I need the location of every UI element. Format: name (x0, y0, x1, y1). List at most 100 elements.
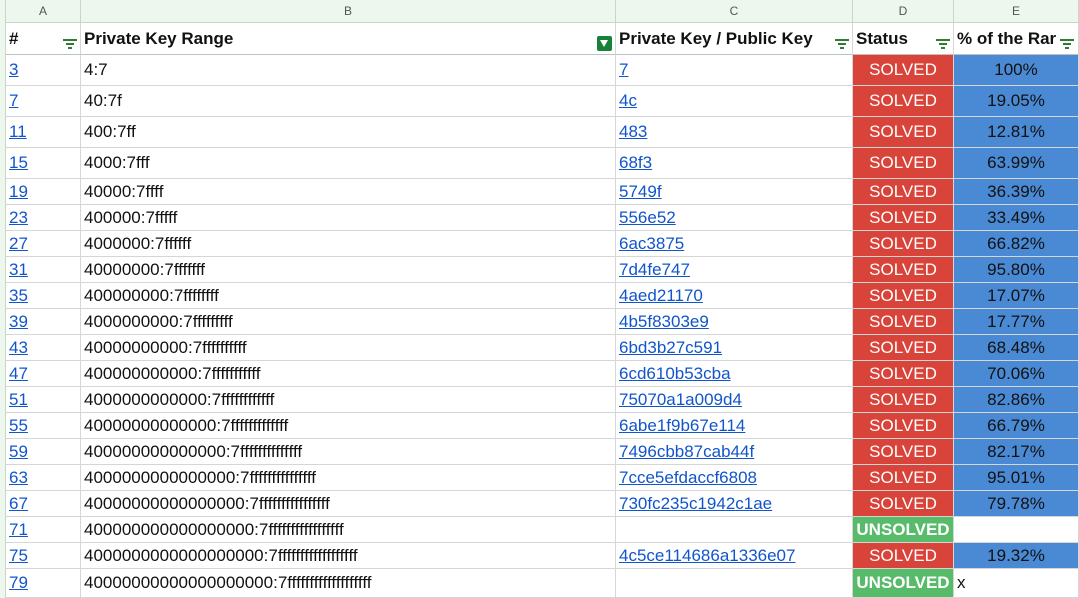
cell-num[interactable]: 3 (6, 55, 81, 86)
cell-range[interactable]: 4000:7fff (81, 148, 616, 179)
cell-num[interactable]: 11 (6, 117, 81, 148)
cell-num[interactable]: 59 (6, 439, 81, 465)
cell-range[interactable]: 4000000000000000000:7ffffffffffffffffff (81, 543, 616, 569)
cell-range[interactable]: 40000000000000000:7ffffffffffffffff (81, 491, 616, 517)
cell-range[interactable]: 400000000000000000:7fffffffffffffffff (81, 517, 616, 543)
cell-key[interactable]: 7cce5efdaccf6808 (616, 465, 853, 491)
cell-range[interactable]: 4:7 (81, 55, 616, 86)
cell-range[interactable]: 400000:7fffff (81, 205, 616, 231)
cell-pct[interactable]: 95.80% (954, 257, 1079, 283)
cell-range[interactable]: 400000000000:7fffffffffff (81, 361, 616, 387)
cell-status[interactable]: SOLVED (853, 413, 954, 439)
cell-pct[interactable]: 82.86% (954, 387, 1079, 413)
cell-status[interactable]: SOLVED (853, 205, 954, 231)
cell-num[interactable]: 47 (6, 361, 81, 387)
cell-status[interactable]: SOLVED (853, 543, 954, 569)
cell-num[interactable]: 7 (6, 86, 81, 117)
cell-range[interactable]: 400:7ff (81, 117, 616, 148)
cell-range[interactable]: 4000000:7ffffff (81, 231, 616, 257)
cell-status[interactable]: SOLVED (853, 361, 954, 387)
cell-range[interactable]: 40000000:7fffffff (81, 257, 616, 283)
cell-key[interactable]: 6abe1f9b67e114 (616, 413, 853, 439)
cell-key[interactable]: 4c5ce114686a1336e07 (616, 543, 853, 569)
cell-pct[interactable]: x (954, 569, 1079, 598)
cell-range[interactable]: 4000000000:7fffffffff (81, 309, 616, 335)
filter-active-icon[interactable] (597, 36, 612, 51)
cell-num[interactable]: 63 (6, 465, 81, 491)
cell-num[interactable]: 19 (6, 179, 81, 205)
column-header-d[interactable]: D (853, 0, 954, 23)
filter-icon[interactable] (936, 39, 950, 49)
cell-key[interactable]: 4c (616, 86, 853, 117)
cell-key[interactable]: 7496cbb87cab44f (616, 439, 853, 465)
cell-num[interactable]: 27 (6, 231, 81, 257)
cell-pct[interactable]: 17.77% (954, 309, 1079, 335)
cell-num[interactable]: 15 (6, 148, 81, 179)
cell-num[interactable]: 35 (6, 283, 81, 309)
cell-range[interactable]: 40000:7ffff (81, 179, 616, 205)
cell-pct[interactable]: 100% (954, 55, 1079, 86)
cell-status[interactable]: SOLVED (853, 55, 954, 86)
cell-key[interactable] (616, 569, 853, 598)
cell-pct[interactable]: 63.99% (954, 148, 1079, 179)
cell-key[interactable]: 7d4fe747 (616, 257, 853, 283)
filter-icon[interactable] (1060, 39, 1074, 49)
column-header-c[interactable]: C (616, 0, 853, 23)
cell-pct[interactable]: 95.01% (954, 465, 1079, 491)
cell-key[interactable]: 75070a1a009d4 (616, 387, 853, 413)
cell-pct[interactable]: 19.05% (954, 86, 1079, 117)
cell-range[interactable]: 40000000000:7ffffffffff (81, 335, 616, 361)
filter-icon[interactable] (835, 39, 849, 49)
cell-key[interactable]: 483 (616, 117, 853, 148)
cell-range[interactable]: 40000000000000000000:7ffffffffffffffffff… (81, 569, 616, 598)
cell-range[interactable]: 400000000:7ffffffff (81, 283, 616, 309)
cell-num[interactable]: 39 (6, 309, 81, 335)
cell-range[interactable]: 400000000000000:7ffffffffffffff (81, 439, 616, 465)
cell-pct[interactable] (954, 517, 1079, 543)
cell-pct[interactable]: 12.81% (954, 117, 1079, 148)
cell-pct[interactable]: 66.79% (954, 413, 1079, 439)
cell-range[interactable]: 40000000000000:7fffffffffffff (81, 413, 616, 439)
cell-num[interactable]: 79 (6, 569, 81, 598)
cell-key[interactable]: 5749f (616, 179, 853, 205)
cell-status[interactable]: SOLVED (853, 86, 954, 117)
cell-key[interactable] (616, 517, 853, 543)
column-header-a[interactable]: A (6, 0, 81, 23)
cell-status[interactable]: UNSOLVED (853, 569, 954, 598)
cell-status[interactable]: SOLVED (853, 335, 954, 361)
cell-status[interactable]: SOLVED (853, 148, 954, 179)
cell-key[interactable]: 6bd3b27c591 (616, 335, 853, 361)
cell-range[interactable]: 4000000000000:7ffffffffffff (81, 387, 616, 413)
filter-icon[interactable] (63, 39, 77, 49)
cell-key[interactable]: 6cd610b53cba (616, 361, 853, 387)
header-private-key-range[interactable]: Private Key Range (81, 23, 616, 55)
column-header-e[interactable]: E (954, 0, 1079, 23)
header-private-public-key[interactable]: Private Key / Public Key (616, 23, 853, 55)
cell-pct[interactable]: 79.78% (954, 491, 1079, 517)
cell-pct[interactable]: 36.39% (954, 179, 1079, 205)
cell-status[interactable]: SOLVED (853, 257, 954, 283)
cell-key[interactable]: 730fc235c1942c1ae (616, 491, 853, 517)
cell-status[interactable]: SOLVED (853, 387, 954, 413)
cell-status[interactable]: SOLVED (853, 179, 954, 205)
cell-pct[interactable]: 70.06% (954, 361, 1079, 387)
cell-pct[interactable]: 19.32% (954, 543, 1079, 569)
cell-status[interactable]: SOLVED (853, 231, 954, 257)
cell-pct[interactable]: 33.49% (954, 205, 1079, 231)
cell-key[interactable]: 556e52 (616, 205, 853, 231)
cell-pct[interactable]: 17.07% (954, 283, 1079, 309)
cell-status[interactable]: SOLVED (853, 439, 954, 465)
cell-status[interactable]: SOLVED (853, 283, 954, 309)
cell-range[interactable]: 40:7f (81, 86, 616, 117)
cell-status[interactable]: SOLVED (853, 465, 954, 491)
cell-num[interactable]: 67 (6, 491, 81, 517)
cell-status[interactable]: SOLVED (853, 117, 954, 148)
cell-status[interactable]: UNSOLVED (853, 517, 954, 543)
cell-num[interactable]: 51 (6, 387, 81, 413)
cell-pct[interactable]: 68.48% (954, 335, 1079, 361)
cell-key[interactable]: 7 (616, 55, 853, 86)
cell-key[interactable]: 6ac3875 (616, 231, 853, 257)
cell-pct[interactable]: 82.17% (954, 439, 1079, 465)
cell-key[interactable]: 4aed21170 (616, 283, 853, 309)
cell-num[interactable]: 55 (6, 413, 81, 439)
